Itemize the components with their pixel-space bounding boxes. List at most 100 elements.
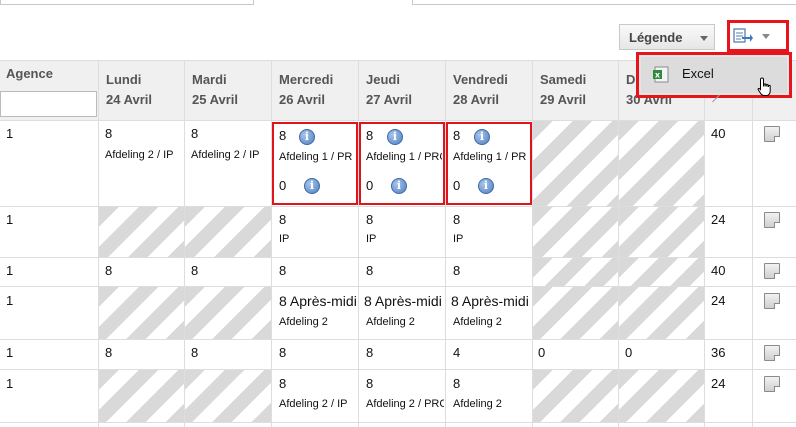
cell-hours[interactable]: 8: [279, 212, 286, 227]
cell-hours[interactable]: 8: [191, 345, 198, 360]
cell-agence: 1: [6, 263, 14, 278]
col-date: 26 Avril: [279, 92, 326, 107]
info-icon[interactable]: i: [474, 129, 490, 145]
cell-dept: Afdeling 2 / IP: [105, 149, 174, 161]
unavailable-cell: [185, 370, 271, 422]
unavailable-cell: [533, 121, 618, 206]
svg-text:x: x: [655, 71, 661, 80]
filter-field-left[interactable]: [0, 0, 254, 5]
cell-dept: Afdeling 1 / PRC: [366, 151, 442, 163]
unavailable-cell: [185, 207, 271, 257]
unavailable-cell: [533, 258, 618, 286]
unavailable-cell: [619, 207, 704, 257]
export-menu: x Excel: [636, 52, 792, 98]
col-date: 24 Avril: [106, 92, 153, 107]
cell-agence: 1: [6, 126, 14, 141]
cell-hours[interactable]: 8: [279, 345, 286, 360]
cell-dept: IP: [279, 233, 290, 245]
unavailable-cell: [619, 121, 704, 206]
legend-button-label: Légende: [629, 30, 683, 45]
cell-hours: 0: [453, 178, 461, 193]
cell-hours[interactable]: 0: [625, 345, 632, 360]
cell-dept: Afdeling 2 / IP: [191, 149, 260, 161]
cell-total: 40: [711, 126, 726, 141]
cell-hours[interactable]: 8 Après-midi: [279, 293, 357, 309]
note-icon[interactable]: [764, 126, 780, 142]
col-day: Jeudi: [366, 72, 400, 87]
cell-hours[interactable]: 8: [366, 376, 373, 391]
cell-hours[interactable]: 8: [191, 263, 198, 278]
cell-agence: 1: [6, 293, 14, 308]
cell-hours[interactable]: 8: [105, 126, 112, 141]
cell-hours[interactable]: 8: [105, 263, 112, 278]
cell-hours[interactable]: 8: [191, 126, 198, 141]
info-icon[interactable]: i: [304, 178, 320, 194]
excel-icon: x: [653, 66, 669, 83]
unavailable-cell: [533, 370, 618, 422]
cell-hours[interactable]: 8: [453, 212, 460, 227]
col-day: Mardi: [192, 72, 227, 87]
cell-hours[interactable]: 8: [279, 263, 286, 278]
cell-hours[interactable]: 8: [366, 345, 373, 360]
cell-hours[interactable]: 0: [538, 345, 545, 360]
note-icon[interactable]: [764, 212, 780, 228]
unavailable-cell: [533, 287, 618, 339]
hand-cursor-icon: [757, 77, 771, 96]
info-icon[interactable]: i: [299, 129, 315, 145]
col-header-vendredi[interactable]: Vendredi 28 Avril: [453, 70, 508, 110]
col-header-mercredi[interactable]: Mercredi 26 Avril: [279, 70, 333, 110]
info-icon[interactable]: i: [387, 129, 403, 145]
cell-dept: Afdeling 1 / PR: [453, 151, 527, 163]
col-header-lundi[interactable]: Lundi 24 Avril: [106, 70, 152, 110]
cell-hours[interactable]: 8: [366, 212, 373, 227]
agence-filter-input[interactable]: [0, 91, 97, 117]
note-icon[interactable]: [764, 263, 780, 279]
col-header-samedi[interactable]: Samedi 29 Avril: [540, 70, 586, 110]
unavailable-cell: [185, 287, 271, 339]
col-header-jeudi[interactable]: Jeudi 27 Avril: [366, 70, 412, 110]
col-date: 25 Avril: [192, 92, 239, 107]
note-icon[interactable]: [764, 293, 780, 309]
note-icon[interactable]: [764, 376, 780, 392]
chevron-down-icon: [762, 34, 770, 39]
cell-hours[interactable]: 8 Après-midi: [451, 293, 529, 309]
cell-total: 40: [711, 263, 726, 278]
cell-hours[interactable]: 8: [453, 263, 460, 278]
cell-dept: Afdeling 2: [453, 316, 502, 328]
info-icon[interactable]: i: [478, 178, 494, 194]
cell-dept: Afdeling 2: [453, 398, 502, 410]
note-icon[interactable]: [764, 345, 780, 361]
cell-dept: Afdeling 1 / PR: [279, 151, 353, 163]
unavailable-cell: [99, 207, 184, 257]
cell-dept: IP: [453, 233, 464, 245]
cell-hours: 8: [279, 128, 287, 143]
cell-agence: 1: [6, 212, 14, 227]
col-day: Vendredi: [453, 72, 508, 87]
cell-hours[interactable]: 8: [279, 376, 286, 391]
cell-dept: IP: [366, 233, 377, 245]
cell-dept: Afdeling 2: [279, 316, 328, 328]
cell-hours[interactable]: 4: [453, 345, 460, 360]
col-date: 28 Avril: [453, 92, 500, 107]
cell-dept: Afdeling 2 / IP: [279, 398, 348, 410]
cell-hours[interactable]: 8 Après-midi: [364, 293, 442, 309]
unavailable-cell: [619, 258, 704, 286]
cell-dept: Afdeling 2: [366, 316, 415, 328]
chevron-down-icon: [700, 36, 708, 41]
cell-hours[interactable]: 8: [453, 376, 460, 391]
unavailable-cell: [99, 370, 184, 422]
col-header-agence[interactable]: Agence: [6, 64, 53, 84]
export-button[interactable]: [727, 20, 789, 52]
col-header-mardi[interactable]: Mardi 25 Avril: [192, 70, 238, 110]
menu-item-excel[interactable]: x Excel: [641, 57, 787, 96]
cell-hours[interactable]: 8: [366, 263, 373, 278]
cell-hours: 0: [279, 178, 287, 193]
cell-hours[interactable]: 8: [105, 345, 112, 360]
col-day: Mercredi: [279, 72, 334, 87]
menu-item-label: Excel: [682, 66, 714, 81]
cell-dept: Afdeling 2 / PRC: [366, 398, 444, 410]
info-icon[interactable]: i: [391, 178, 407, 194]
filter-field-right[interactable]: [412, 0, 796, 5]
export-icon: [733, 28, 753, 43]
legend-button[interactable]: Légende: [619, 24, 715, 50]
